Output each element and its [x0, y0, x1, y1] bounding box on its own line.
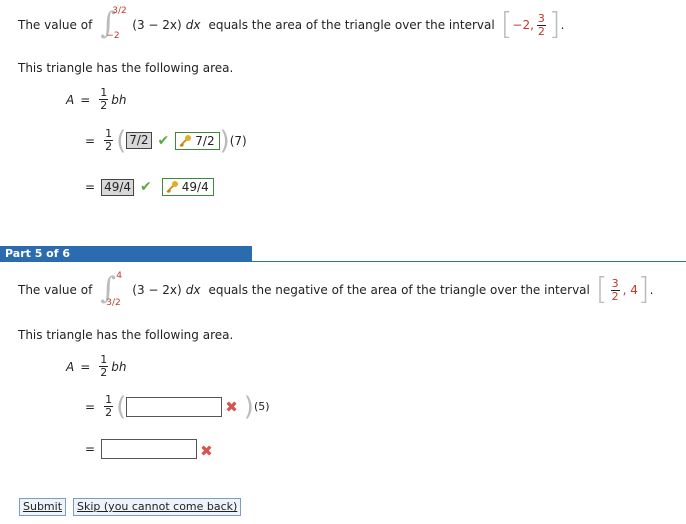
area-symbol: A: [66, 359, 75, 374]
upper-limit: 3/2: [112, 6, 127, 16]
right-bracket: ]: [548, 7, 561, 42]
fraction-denominator: 2: [100, 366, 108, 379]
base-input[interactable]: [126, 396, 223, 417]
intro-text: The value of: [18, 18, 93, 32]
area-sentence-text: This triangle has the following area.: [18, 328, 234, 342]
equals-sign: =: [80, 92, 91, 107]
interval-start: −2,: [512, 18, 534, 32]
integral-expression: ∫ 4 3/2: [98, 271, 126, 308]
correct-area-answer: 49/4: [161, 178, 214, 196]
half-fraction: 1 2: [104, 394, 114, 419]
part4-result-row: = 49/4 ✔ 49/4: [85, 178, 214, 196]
height-value: (5): [253, 400, 270, 413]
half-fraction: 1 2: [99, 87, 109, 112]
interval-end: , 4: [622, 283, 638, 297]
period: .: [560, 18, 565, 32]
checkmark-icon: ✔: [157, 132, 170, 149]
part4-formula-row: A = 1 2 bh: [66, 87, 127, 112]
part5-formula-row: A = 1 2 bh: [66, 354, 127, 379]
skip-button[interactable]: Skip (you cannot come back): [73, 498, 242, 516]
bh-text: bh: [111, 92, 127, 107]
area-sentence-text: This triangle has the following area.: [18, 61, 234, 75]
part5-area-sentence: This triangle has the following area.: [18, 328, 233, 342]
part4-substitution-row: = 1 2 ( 7/2 ✔ 7/2 ) (7): [85, 125, 247, 156]
right-paren: ): [219, 125, 230, 156]
fraction-denominator: 2: [611, 289, 619, 303]
part5-result-row: = ✖: [85, 438, 213, 460]
half-fraction: 1 2: [99, 354, 109, 379]
fraction-denominator: 2: [537, 24, 545, 38]
incorrect-x-icon: ✖: [225, 397, 238, 416]
equals-text: equals the area of the triangle over the…: [208, 18, 495, 32]
interval-end-fraction: 3 2: [536, 11, 546, 38]
equals-sign: =: [85, 180, 96, 194]
part4-integral-line: The value of ∫ 3/2 −2 (3 − 2x) dx equals…: [18, 6, 565, 42]
intro-text: The value of: [18, 283, 93, 297]
area-symbol: A: [66, 92, 75, 107]
upper-limit: 4: [116, 271, 123, 281]
left-paren: (: [116, 391, 127, 422]
part5-integral-line: The value of ∫ 4 3/2 (3 − 2x) dx equals …: [18, 271, 654, 308]
area-answer-box: 49/4: [101, 178, 135, 196]
height-value: (7): [229, 133, 247, 148]
fraction-denominator: 2: [100, 99, 108, 112]
left-bracket: [: [595, 272, 608, 307]
checkmark-icon: ✔: [140, 179, 152, 195]
equals-sign: =: [85, 133, 96, 148]
bh-text: bh: [111, 359, 127, 374]
part4-area-sentence: This triangle has the following area.: [18, 61, 233, 75]
equals-text: equals the negative of the area of the t…: [208, 283, 590, 297]
lower-limit: 3/2: [106, 298, 121, 308]
correct-base-value: 7/2: [195, 133, 215, 148]
fraction-numerator: 3: [610, 276, 620, 291]
part5-substitution-row: = 1 2 ( ✖ ) (5): [85, 391, 270, 422]
fraction-numerator: 3: [536, 11, 546, 26]
area-input[interactable]: [101, 439, 198, 459]
equals-sign: =: [85, 442, 96, 456]
dx: dx: [185, 18, 201, 32]
correct-base-answer: 7/2: [175, 131, 220, 150]
part-header: Part 5 of 6: [0, 246, 252, 262]
lower-limit: −2: [106, 31, 120, 41]
integral-expression: ∫ 3/2 −2: [98, 6, 127, 42]
incorrect-x-icon: ✖: [200, 442, 213, 460]
equals-sign: =: [85, 399, 96, 414]
integrand: (3 − 2x): [132, 283, 182, 297]
part-header-divider: [0, 261, 686, 262]
submit-button[interactable]: Submit: [19, 498, 67, 516]
half-fraction: 1 2: [104, 128, 114, 153]
left-bracket: [: [500, 7, 513, 42]
dx: dx: [185, 283, 201, 297]
key-icon: [179, 134, 192, 147]
left-paren: (: [116, 125, 127, 156]
base-answer-box: 7/2: [126, 132, 152, 149]
period: .: [649, 283, 654, 297]
right-bracket: ]: [637, 272, 650, 307]
interval-start-fraction: 3 2: [610, 276, 620, 303]
fraction-denominator: 2: [105, 140, 113, 153]
equals-sign: =: [80, 359, 91, 374]
correct-area-value: 49/4: [181, 180, 209, 194]
fraction-denominator: 2: [105, 406, 113, 419]
integrand: (3 − 2x): [132, 18, 182, 32]
key-icon: [166, 181, 178, 194]
right-paren: ): [243, 391, 254, 422]
